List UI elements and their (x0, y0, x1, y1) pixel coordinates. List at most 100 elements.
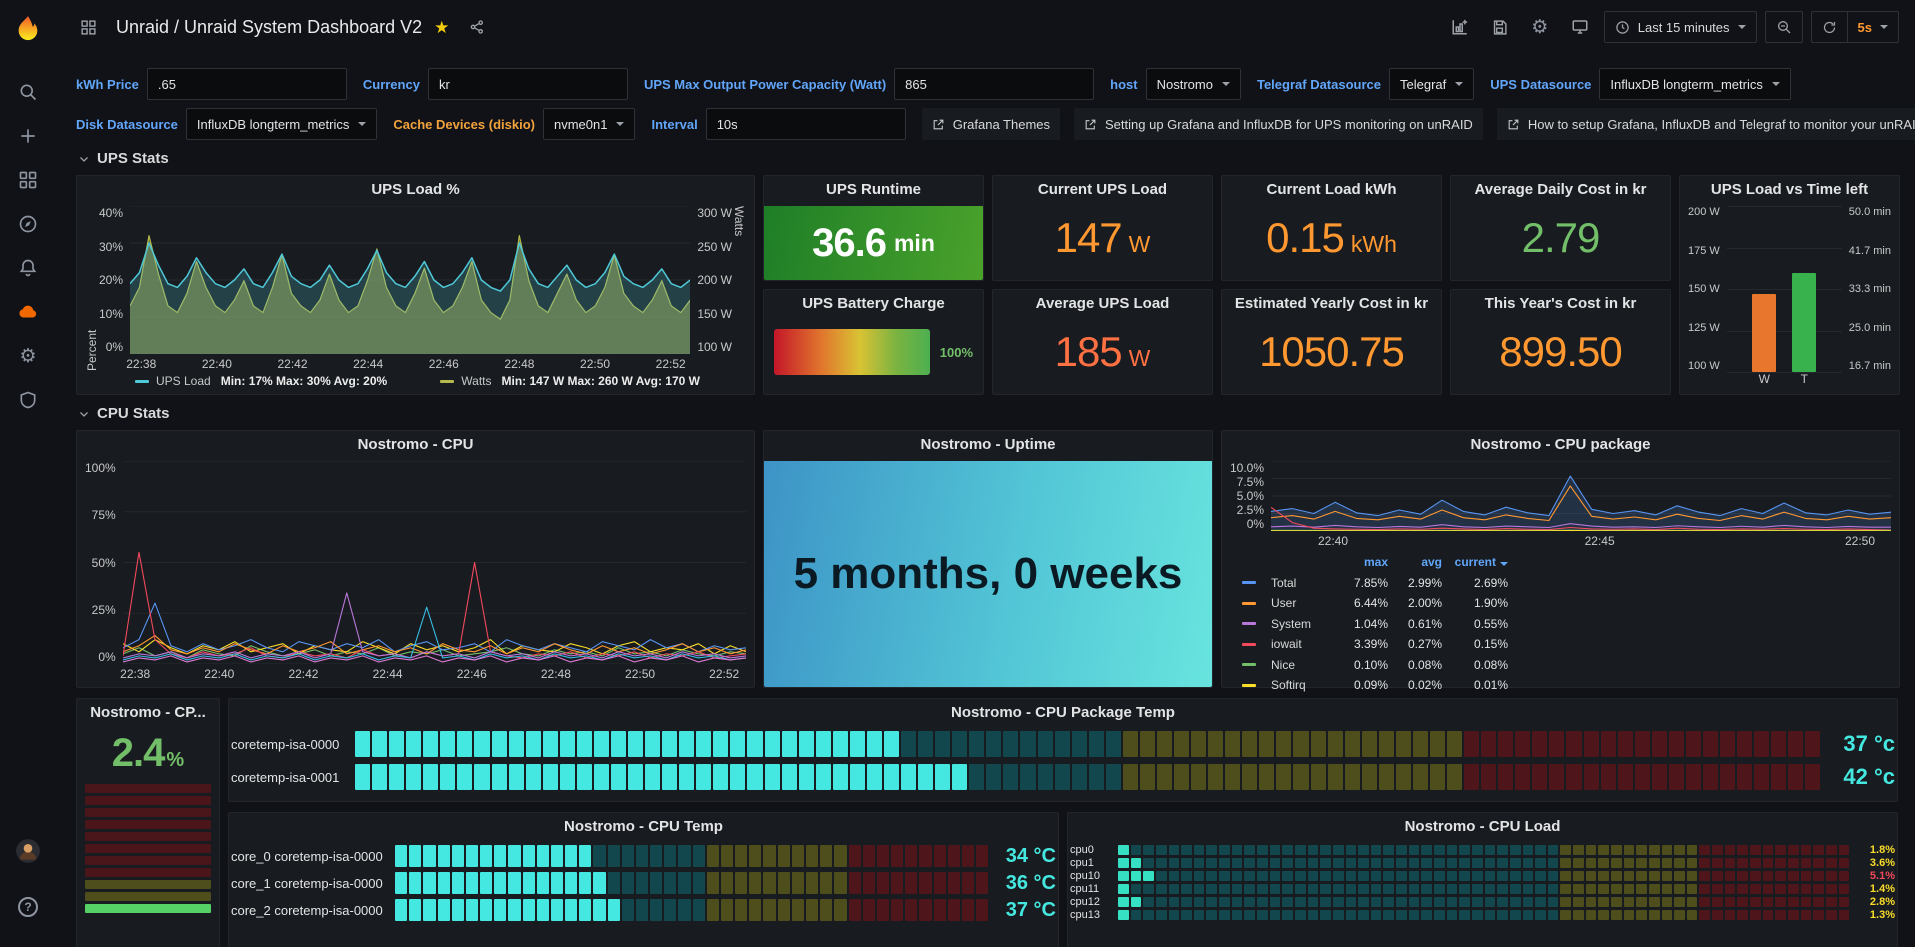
save-dashboard-icon[interactable] (1484, 12, 1516, 42)
chart-plot-ups-load[interactable] (130, 206, 690, 354)
explore-compass-icon[interactable] (10, 206, 46, 242)
panel-title[interactable]: Nostromo - CPU (77, 431, 754, 459)
dashboard-link[interactable]: Setting up Grafana and InfluxDB for UPS … (1074, 108, 1483, 140)
legend-item[interactable]: WattsMin: 147 W Max: 260 W Avg: 170 W (440, 374, 700, 388)
uptime-stat: 5 months, 0 weeks (764, 461, 1212, 687)
panel-title[interactable]: Nostromo - CPU package (1222, 431, 1899, 459)
y-axis-ticks: 100%75%50%25%0% (85, 461, 123, 681)
variable-value[interactable]: InfluxDB longterm_metrics (1599, 68, 1790, 100)
share-icon[interactable] (461, 12, 493, 42)
favorite-star-icon[interactable]: ★ (434, 19, 449, 36)
dashboard-grid-icon[interactable] (72, 12, 104, 42)
zoom-out-time-button[interactable] (1765, 11, 1803, 43)
bar-T[interactable] (1792, 273, 1816, 372)
variable-value[interactable]: Telegraf (1389, 68, 1474, 100)
legend-series[interactable]: User (1242, 596, 1326, 610)
led-bar-gauge[interactable] (395, 872, 988, 894)
legend-item[interactable]: UPS LoadMin: 17% Max: 30% Avg: 20% (135, 374, 387, 388)
led-row-core_0-coretemp-isa-0000: core_0 coretemp-isa-000034 °C (231, 845, 1056, 867)
led-bar-gauge[interactable] (355, 731, 1821, 757)
led-bar-gauge[interactable] (1118, 871, 1849, 881)
variable-value[interactable]: InfluxDB longterm_metrics (186, 108, 377, 140)
led-row-value: 34 °C (1000, 845, 1056, 868)
legend-column-avg[interactable]: avg (1388, 555, 1442, 569)
legend-series[interactable]: System (1242, 617, 1326, 631)
panel-title[interactable]: Nostromo - CPU Temp (229, 813, 1058, 841)
time-range-picker[interactable]: Last 15 minutes (1604, 11, 1757, 43)
row-header-cpu-stats[interactable]: CPU Stats (78, 405, 1903, 422)
server-admin-shield-icon[interactable] (10, 382, 46, 418)
help-icon[interactable]: ? (10, 889, 46, 925)
cycle-view-monitor-icon[interactable] (1564, 12, 1596, 42)
dashboard-settings-gear-icon[interactable]: ⚙ (1524, 12, 1556, 42)
panel-title[interactable]: This Year's Cost in kr (1451, 290, 1670, 318)
variable-value[interactable]: .65 (147, 68, 347, 100)
led-row-core_2-coretemp-isa-0000: core_2 coretemp-isa-000037 °C (231, 899, 1056, 921)
variable-value[interactable]: 865 (894, 68, 1094, 100)
legend-row-softirq: Softirq0.09%0.02%0.01% (1242, 675, 1508, 696)
variable-value[interactable]: 10s (706, 108, 906, 140)
alerting-bell-icon[interactable] (10, 250, 46, 286)
panel-title[interactable]: UPS Battery Charge (764, 290, 983, 318)
panel-title[interactable]: Estimated Yearly Cost in kr (1222, 290, 1441, 318)
led-row-cpu11: cpu111.4% (1070, 884, 1895, 894)
dashboards-icon[interactable] (10, 162, 46, 198)
panel-title[interactable]: UPS Load vs Time left (1680, 176, 1899, 204)
panel-title[interactable]: Nostromo - CPU Package Temp (229, 699, 1897, 727)
led-bar-gauge[interactable] (1118, 910, 1849, 920)
led-bar-gauge[interactable] (1118, 884, 1849, 894)
search-icon[interactable] (10, 74, 46, 110)
led-bar-gauge[interactable] (1118, 897, 1849, 907)
led-row-coretemp-isa-0001: coretemp-isa-000142 °c (231, 764, 1895, 790)
led-bar-gauge[interactable] (355, 764, 1821, 790)
dashboard-link[interactable]: How to setup Grafana, InfluxDB and Teleg… (1497, 108, 1915, 140)
led-bar-gauge[interactable] (1118, 858, 1849, 868)
led-bar-gauge[interactable] (395, 899, 988, 921)
row-header-ups-stats[interactable]: UPS Stats (78, 150, 1903, 167)
led-row-label: core_1 coretemp-isa-0000 (231, 876, 383, 891)
sort-caret-icon (1500, 562, 1508, 566)
variable-value[interactable]: Nostromo (1146, 68, 1241, 100)
vertical-bar-gauge[interactable] (85, 784, 211, 916)
grafana-logo-icon[interactable] (9, 10, 47, 48)
panel-title[interactable]: Average UPS Load (993, 290, 1212, 318)
configuration-gear-icon[interactable]: ⚙ (10, 338, 46, 374)
user-avatar[interactable] (10, 833, 46, 869)
panel-title[interactable]: Nostromo - CP... (77, 699, 219, 727)
legend-series[interactable]: Nice (1242, 658, 1326, 672)
y-axis-title: Percent (85, 206, 99, 371)
bar-W[interactable] (1752, 294, 1776, 372)
variable-value[interactable]: nvme0n1 (543, 108, 635, 140)
panel-title[interactable]: Current UPS Load (993, 176, 1212, 204)
refresh-interval-label: 5s (1858, 20, 1872, 35)
legend-column-current[interactable]: current (1442, 555, 1508, 569)
panel-title[interactable]: UPS Load % (77, 176, 754, 204)
legend-series[interactable]: Total (1242, 576, 1326, 590)
panel-ups-runtime: UPS Runtime 36.6min (763, 175, 984, 281)
dashboard-content: kWh Price.65CurrencykrUPS Max Output Pow… (56, 54, 1915, 947)
panel-title[interactable]: Current Load kWh (1222, 176, 1441, 204)
panel-title[interactable]: Average Daily Cost in kr (1451, 176, 1670, 204)
panel-title[interactable]: Nostromo - CPU Load (1068, 813, 1897, 841)
chart-plot-cpu-package[interactable] (1271, 461, 1891, 531)
refresh-button[interactable] (1811, 11, 1847, 43)
variable-value[interactable]: kr (428, 68, 628, 100)
led-bar-gauge[interactable] (1118, 845, 1849, 855)
led-row-value: 1.8% (1861, 844, 1895, 856)
bar-chart-plot[interactable] (1727, 206, 1842, 372)
dashboard-link[interactable]: Grafana Themes (922, 108, 1060, 140)
gauge-cell-row (85, 856, 211, 865)
panel-title[interactable]: Nostromo - Uptime (764, 431, 1212, 459)
led-bar-gauge[interactable] (395, 845, 988, 867)
legend-column-max[interactable]: max (1326, 555, 1388, 569)
legend-series[interactable]: iowait (1242, 637, 1326, 651)
refresh-interval-picker[interactable]: 5s (1847, 11, 1899, 43)
variable-label: Interval (651, 117, 705, 132)
cloud-plugin-icon[interactable] (10, 294, 46, 330)
legend-series[interactable]: Softirq (1242, 678, 1326, 692)
create-plus-icon[interactable] (10, 118, 46, 154)
chart-plot-cpu[interactable] (123, 461, 746, 664)
add-panel-icon[interactable] (1444, 12, 1476, 42)
panel-title[interactable]: UPS Runtime (764, 176, 983, 204)
battery-gauge[interactable] (774, 329, 930, 375)
